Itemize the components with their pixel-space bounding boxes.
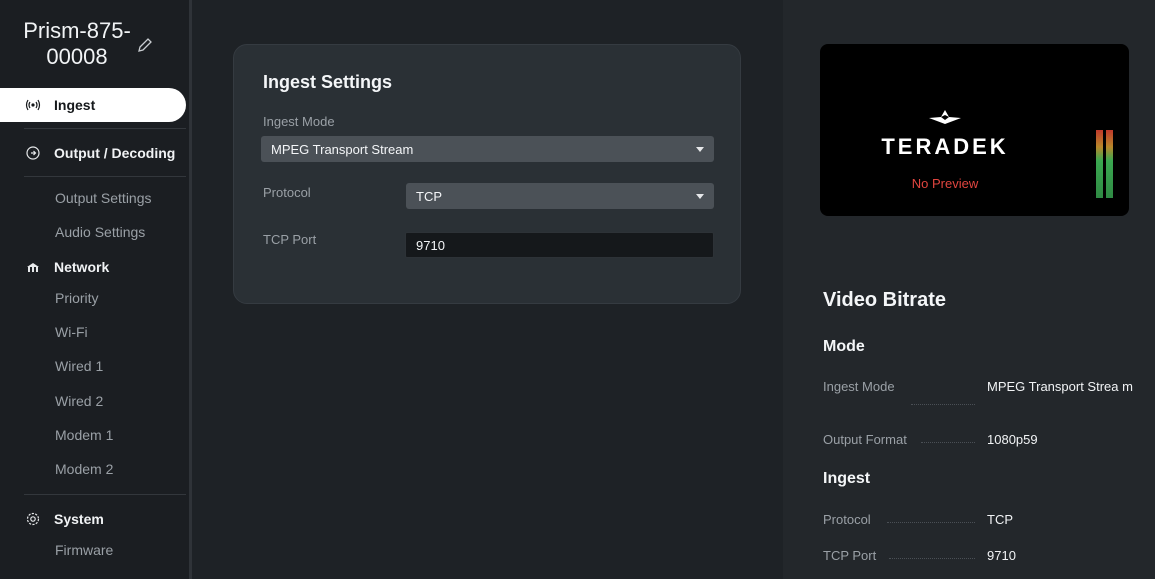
ingest-mode-label: Ingest Mode (263, 114, 335, 129)
sidebar-item-output-settings[interactable]: Output Settings (55, 190, 152, 206)
sidebar-item-audio-settings[interactable]: Audio Settings (55, 224, 145, 240)
ingest-mode-select[interactable]: MPEG Transport Stream (261, 136, 714, 162)
pencil-icon[interactable] (136, 36, 154, 54)
protocol-value: TCP (416, 188, 442, 204)
brand-logo: TERADEK (881, 134, 1009, 159)
summary-ingest-mode-value: MPEG Transport Strea m (987, 379, 1133, 394)
sidebar-item-priority[interactable]: Priority (55, 290, 99, 306)
summary-title: Video Bitrate (823, 289, 946, 311)
network-icon (24, 261, 42, 273)
protocol-select[interactable]: TCP (406, 183, 714, 209)
ingest-settings-card: Ingest Settings Ingest Mode MPEG Transpo… (233, 44, 741, 304)
audio-meter-right (1106, 130, 1113, 198)
audio-meter-left (1096, 130, 1103, 198)
leader-dots (889, 558, 975, 559)
chevron-down-icon (696, 194, 704, 199)
leader-dots (911, 404, 975, 405)
leader-dots (887, 522, 975, 523)
ingest-mode-value: MPEG Transport Stream (271, 141, 414, 157)
sidebar-item-label: Network (54, 259, 110, 275)
teradek-logo-icon (929, 110, 961, 124)
status-panel: TERADEK No Preview Video Bitrate Mode In… (783, 0, 1155, 579)
gear-icon (24, 512, 42, 526)
video-preview: TERADEK No Preview (820, 44, 1129, 216)
sidebar-item-output-decoding[interactable]: Output / Decoding (0, 136, 186, 170)
divider (24, 176, 186, 177)
leader-dots (921, 442, 975, 443)
sidebar-item-wifi[interactable]: Wi-Fi (55, 324, 88, 340)
sidebar-item-wired-2[interactable]: Wired 2 (55, 393, 103, 409)
sidebar-item-system[interactable]: System (0, 502, 186, 536)
sidebar-item-modem-2[interactable]: Modem 2 (55, 461, 113, 477)
chevron-down-icon (696, 147, 704, 152)
ingest-heading: Ingest (823, 470, 871, 487)
divider (24, 494, 186, 495)
sidebar-item-label: System (54, 511, 104, 527)
summary-ingest-mode-label: Ingest Mode (823, 379, 895, 394)
sidebar-item-label: Output / Decoding (54, 145, 176, 161)
sidebar-item-modem-1[interactable]: Modem 1 (55, 427, 113, 443)
summary-output-format-label: Output Format (823, 432, 907, 447)
tcp-port-label: TCP Port (263, 232, 317, 247)
summary-tcp-port-value: 9710 (987, 548, 1016, 563)
sidebar-item-label: Ingest (54, 97, 96, 113)
sidebar-item-network[interactable]: Network (0, 250, 186, 284)
broadcast-icon (24, 99, 42, 111)
summary-tcp-port-label: TCP Port (823, 548, 877, 563)
tcp-port-value: 9710 (416, 237, 445, 253)
output-icon (24, 146, 42, 160)
summary-protocol-value: TCP (987, 512, 1013, 527)
sidebar: Prism-875-00008 Ingest Output / Decoding… (0, 0, 192, 579)
sidebar-item-wired-1[interactable]: Wired 1 (55, 358, 103, 374)
device-name: Prism-875-00008 (23, 18, 131, 69)
sidebar-item-ingest[interactable]: Ingest (0, 88, 186, 122)
summary-protocol-label: Protocol (823, 512, 871, 527)
sidebar-item-firmware[interactable]: Firmware (55, 542, 113, 558)
divider (24, 128, 186, 129)
protocol-label: Protocol (263, 185, 311, 200)
preview-status: No Preview (911, 176, 979, 191)
tcp-port-input[interactable]: 9710 (405, 232, 714, 258)
mode-heading: Mode (823, 338, 865, 355)
summary-output-format-value: 1080p59 (987, 432, 1038, 447)
card-title: Ingest Settings (263, 72, 393, 92)
